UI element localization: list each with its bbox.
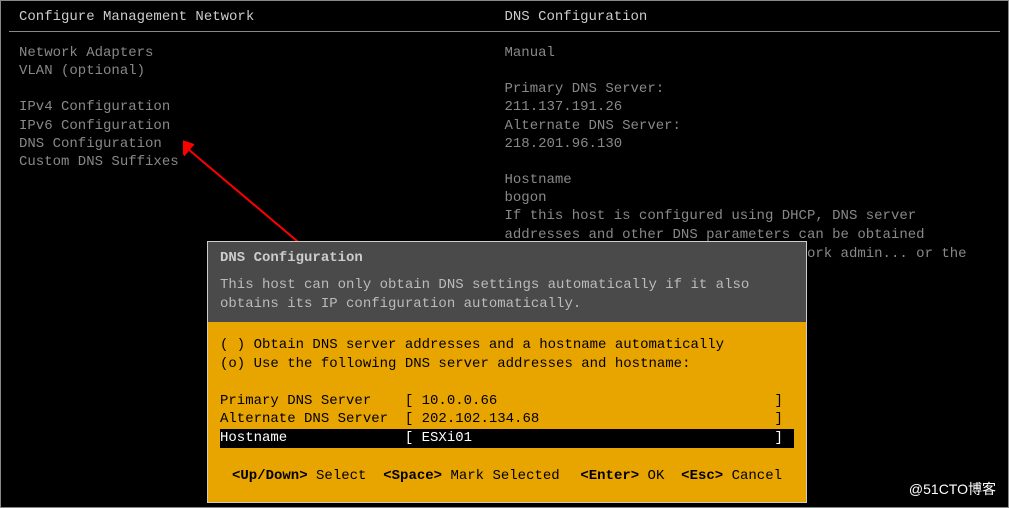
watermark: @51CTO博客 (909, 479, 996, 499)
field-primary-dns[interactable]: Primary DNS Server [ 10.0.0.66 ] (220, 392, 794, 411)
footer-right: <Enter> OK <Esc> Cancel (580, 468, 782, 484)
menu-dns-config[interactable]: DNS Configuration (19, 135, 505, 153)
key-esc[interactable]: <Esc> (681, 468, 723, 484)
dialog-footer: <Up/Down> Select <Space> Mark Selected <… (220, 448, 794, 494)
header-divider (9, 31, 1000, 32)
dialog-fields: Primary DNS Server [ 10.0.0.66 ] Alterna… (220, 392, 794, 449)
dialog-title: DNS Configuration (220, 250, 794, 266)
header-bar: Configure Management Network DNS Configu… (1, 1, 1008, 31)
key-enter[interactable]: <Enter> (580, 468, 639, 484)
info-hostname-value: bogon (505, 189, 991, 207)
field-hostname[interactable]: Hostname [ ESXi01 ] (220, 429, 794, 448)
menu-vlan[interactable]: VLAN (optional) (19, 62, 505, 80)
info-mode: Manual (505, 44, 991, 62)
menu-ipv6[interactable]: IPv6 Configuration (19, 117, 505, 135)
menu-network-adapters[interactable]: Network Adapters (19, 44, 505, 62)
dialog-header: DNS Configuration This host can only obt… (208, 242, 806, 322)
info-hostname-label: Hostname (505, 171, 991, 189)
dialog-subtitle: This host can only obtain DNS settings a… (220, 276, 794, 314)
field-alternate-dns[interactable]: Alternate DNS Server [ 202.102.134.68 ] (220, 410, 794, 429)
key-updown: <Up/Down> (232, 468, 308, 484)
label-ok: OK (639, 468, 681, 484)
footer-left: <Up/Down> Select <Space> Mark Selected (232, 468, 580, 484)
menu-dns-suffixes[interactable]: Custom DNS Suffixes (19, 153, 505, 171)
info-alternate-value: 218.201.96.130 (505, 135, 991, 153)
dns-config-dialog: DNS Configuration This host can only obt… (207, 241, 807, 503)
key-space: <Space> (383, 468, 442, 484)
info-primary-value: 211.137.191.26 (505, 98, 991, 116)
info-primary-label: Primary DNS Server: (505, 80, 991, 98)
label-select: Select (308, 468, 384, 484)
radio-auto[interactable]: ( ) Obtain DNS server addresses and a ho… (220, 336, 794, 355)
radio-manual[interactable]: (o) Use the following DNS server address… (220, 355, 794, 374)
menu-ipv4[interactable]: IPv4 Configuration (19, 98, 505, 116)
dialog-body: ( ) Obtain DNS server addresses and a ho… (208, 322, 806, 502)
label-mark: Mark Selected (442, 468, 560, 484)
label-cancel: Cancel (723, 468, 782, 484)
info-alternate-label: Alternate DNS Server: (505, 117, 991, 135)
header-right-title: DNS Configuration (505, 9, 991, 25)
header-left-title: Configure Management Network (19, 9, 505, 25)
